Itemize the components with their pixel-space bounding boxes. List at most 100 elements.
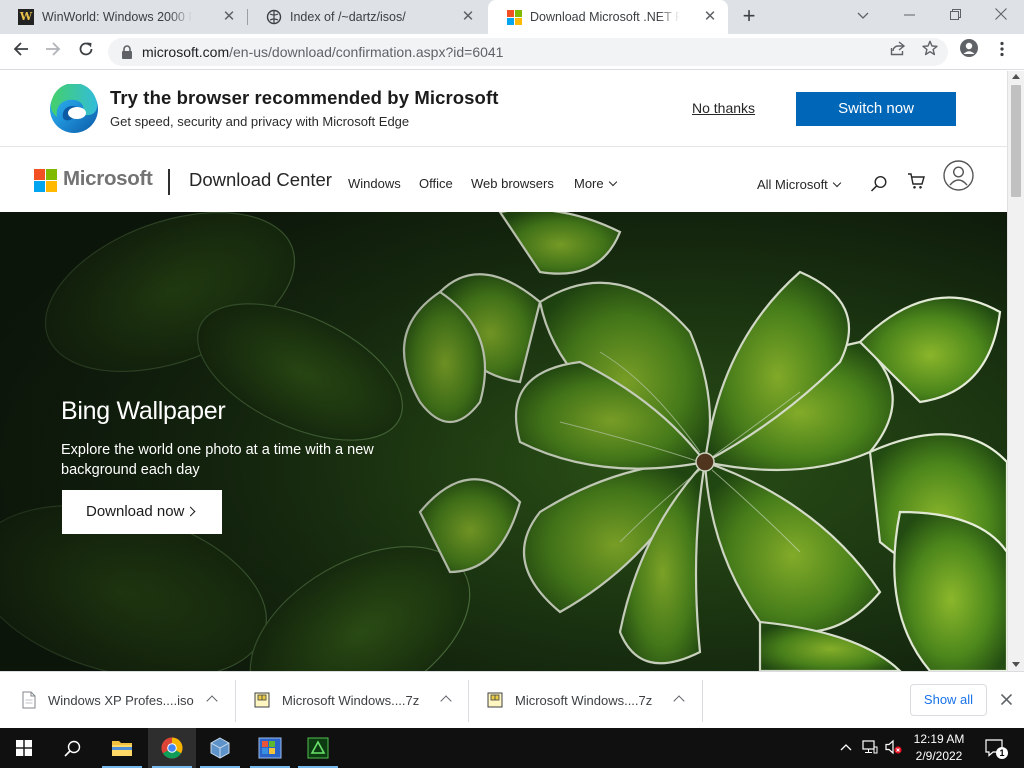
- winworld-icon: W: [18, 9, 34, 25]
- browser-toolbar: microsoft.com/en-us/download/confirmatio…: [0, 34, 1024, 70]
- tab-title: Download Microsoft .NET Framework: [530, 10, 680, 24]
- action-center-button[interactable]: 1: [985, 739, 1008, 759]
- download-item[interactable]: Microsoft Windows....7z: [469, 680, 703, 722]
- address-bar[interactable]: microsoft.com/en-us/download/confirmatio…: [108, 38, 948, 66]
- file-icon: [22, 691, 36, 709]
- globe-icon: [266, 9, 282, 25]
- cart-icon[interactable]: [907, 172, 926, 190]
- scroll-up-icon[interactable]: [1012, 74, 1020, 79]
- game-app-icon: [307, 737, 329, 759]
- all-microsoft-menu[interactable]: All Microsoft: [757, 177, 842, 192]
- minimize-button[interactable]: [886, 0, 932, 30]
- tray-chevron-up-icon[interactable]: [840, 739, 852, 754]
- taskbar-xp-vm[interactable]: [246, 728, 294, 768]
- scroll-thumb[interactable]: [1011, 85, 1021, 197]
- nav-more-label: More: [574, 176, 604, 191]
- header-divider: [168, 169, 170, 195]
- download-now-label: Download now: [86, 503, 185, 520]
- virtualbox-icon: [210, 737, 230, 759]
- tab-microsoft-download[interactable]: Download Microsoft .NET Framework ✕: [488, 0, 728, 34]
- chevron-up-icon[interactable]: [673, 695, 685, 707]
- tab-search-icon[interactable]: [840, 0, 886, 30]
- start-button[interactable]: [0, 728, 48, 768]
- account-avatar-icon[interactable]: [943, 160, 974, 191]
- switch-now-button[interactable]: Switch now: [796, 92, 956, 126]
- tab-dartz-isos[interactable]: Index of /~dartz/isos/ ✕: [248, 0, 486, 34]
- forward-button[interactable]: [39, 38, 67, 66]
- nav-windows[interactable]: Windows: [348, 176, 401, 191]
- lock-icon[interactable]: [120, 44, 134, 60]
- restore-button[interactable]: [932, 0, 978, 30]
- chevron-up-icon[interactable]: [440, 695, 452, 707]
- network-icon[interactable]: [862, 739, 878, 758]
- chevron-down-icon: [832, 178, 842, 188]
- taskbar-search-button[interactable]: [48, 728, 96, 768]
- microsoft-icon: [506, 9, 522, 25]
- menu-kebab-icon[interactable]: [988, 38, 1016, 66]
- microsoft-logo-icon[interactable]: [34, 169, 57, 192]
- folder-icon: [112, 741, 132, 756]
- download-filename: Windows XP Profes....iso: [48, 693, 194, 708]
- download-filename: Microsoft Windows....7z: [515, 693, 653, 708]
- scroll-down-icon[interactable]: [1012, 662, 1020, 667]
- no-thanks-link[interactable]: No thanks: [692, 100, 755, 116]
- windows-taskbar: 12:19 AM 2/9/2022 1: [0, 728, 1024, 768]
- taskbar-virtualbox[interactable]: [196, 728, 244, 768]
- new-tab-button[interactable]: +: [736, 4, 762, 30]
- volume-muted-icon[interactable]: [885, 739, 903, 758]
- hero-banner: Bing Wallpaper Explore the world one pho…: [0, 212, 1007, 671]
- taskbar-file-explorer[interactable]: [98, 728, 146, 768]
- chevron-up-icon[interactable]: [206, 695, 218, 707]
- bookmark-star-icon[interactable]: [918, 40, 942, 64]
- edge-banner-title: Try the browser recommended by Microsoft: [110, 87, 499, 108]
- nav-web-browsers[interactable]: Web browsers: [471, 176, 554, 191]
- windows-logo-icon: [16, 740, 32, 756]
- download-filename: Microsoft Windows....7z: [282, 693, 420, 708]
- share-icon[interactable]: [886, 40, 910, 64]
- page-viewport: Try the browser recommended by Microsoft…: [0, 71, 1007, 671]
- close-icon[interactable]: [996, 687, 1016, 711]
- edge-banner-subtitle: Get speed, security and privacy with Mic…: [110, 114, 410, 129]
- search-icon[interactable]: [870, 175, 888, 193]
- window-close-button[interactable]: [978, 0, 1024, 30]
- profile-button[interactable]: [955, 38, 983, 66]
- hero-title: Bing Wallpaper: [61, 397, 226, 425]
- edge-logo-icon: [50, 84, 98, 133]
- tab-winworld[interactable]: W WinWorld: Windows 2000 Professional ✕: [0, 0, 247, 34]
- download-item[interactable]: Windows XP Profes....iso: [0, 680, 236, 722]
- url-path: /en-us/download/confirmation.aspx?id=604…: [229, 44, 504, 60]
- url-text: microsoft.com/en-us/download/confirmatio…: [142, 44, 503, 60]
- site-header: Microsoft Download Center Windows Office…: [0, 147, 1007, 212]
- microsoft-wordmark[interactable]: Microsoft: [63, 167, 153, 191]
- show-all-button[interactable]: Show all: [910, 684, 987, 716]
- forward-arrow-icon: [46, 42, 61, 56]
- reload-icon: [79, 42, 93, 56]
- search-icon: [64, 740, 81, 757]
- chevron-right-icon: [185, 506, 196, 517]
- nav-office[interactable]: Office: [419, 176, 453, 191]
- edge-promo-banner: Try the browser recommended by Microsoft…: [0, 71, 1007, 147]
- clock-time: 12:19 AM: [913, 732, 965, 746]
- back-button[interactable]: [7, 38, 35, 66]
- close-icon[interactable]: ✕: [702, 9, 718, 25]
- taskbar-app-green[interactable]: [294, 728, 342, 768]
- archive-icon: [254, 692, 270, 708]
- close-icon[interactable]: ✕: [460, 9, 476, 25]
- back-arrow-icon: [13, 42, 28, 56]
- chevron-down-icon: [608, 177, 617, 187]
- page-scrollbar[interactable]: [1007, 71, 1024, 671]
- reload-button[interactable]: [72, 38, 100, 66]
- notification-count-badge: 1: [996, 747, 1008, 759]
- tab-title: WinWorld: Windows 2000 Professional: [42, 10, 192, 24]
- close-icon[interactable]: ✕: [221, 9, 237, 25]
- archive-icon: [487, 692, 503, 708]
- taskbar-clock[interactable]: 12:19 AM 2/9/2022: [908, 731, 970, 765]
- download-center-title[interactable]: Download Center: [189, 169, 332, 191]
- taskbar-chrome[interactable]: [148, 728, 196, 768]
- windows-xp-vm-icon: [258, 737, 282, 759]
- download-now-button[interactable]: Download now: [62, 490, 222, 534]
- download-item[interactable]: Microsoft Windows....7z: [236, 680, 469, 722]
- hero-description: Explore the world one photo at a time wi…: [61, 442, 374, 478]
- nav-more[interactable]: More: [574, 176, 617, 191]
- url-domain: microsoft.com: [142, 44, 230, 60]
